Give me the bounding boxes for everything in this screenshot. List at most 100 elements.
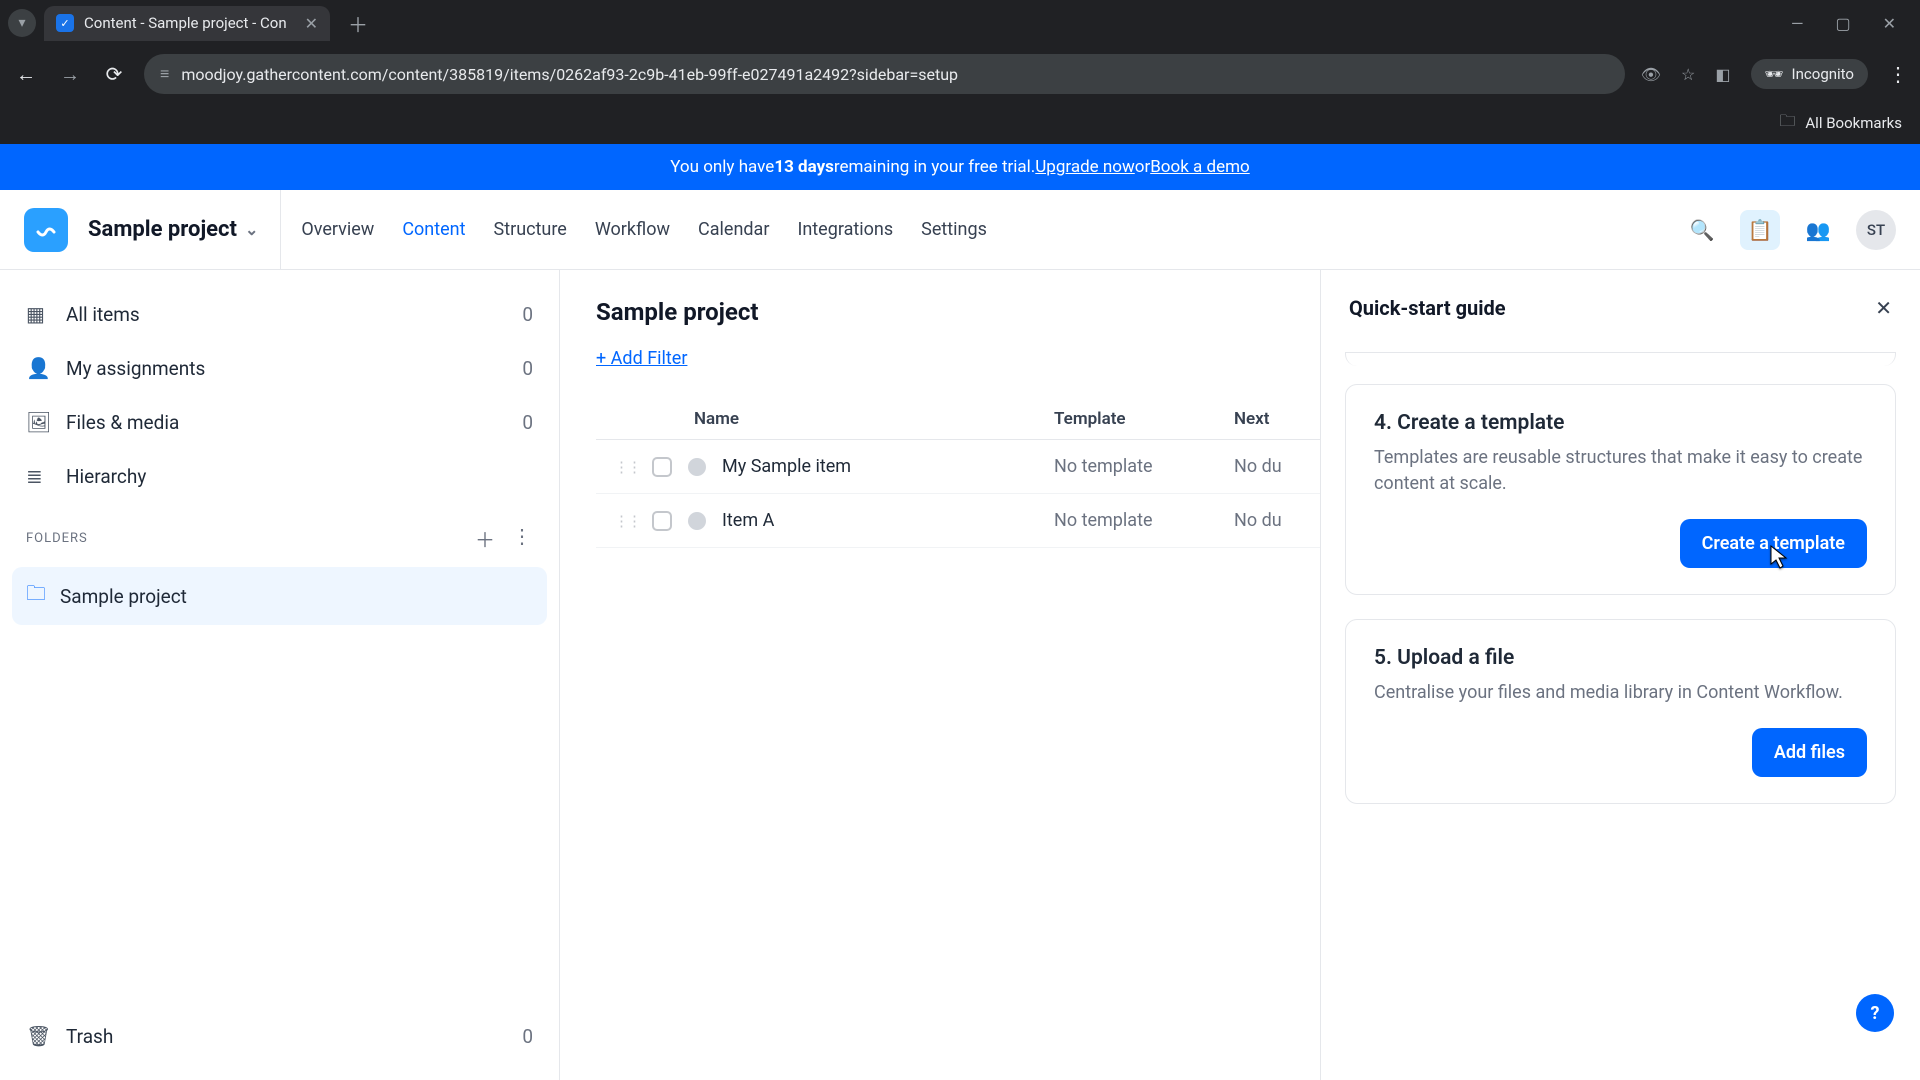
trial-banner: You only have 13 days remaining in your … <box>0 144 1920 190</box>
sidebar-item-all-items[interactable]: ▦ All items 0 <box>12 290 547 338</box>
image-icon: 🖼 <box>26 410 50 434</box>
chevron-down-icon: ▾ <box>18 15 25 31</box>
minimize-icon[interactable]: — <box>1791 14 1804 33</box>
forward-button[interactable]: → <box>56 60 84 88</box>
site-info-icon[interactable]: ≡ <box>160 64 169 84</box>
top-nav-right: 🔍 📋 👥 ST <box>1682 210 1896 250</box>
nav-settings[interactable]: Settings <box>921 219 987 240</box>
search-button[interactable]: 🔍 <box>1682 210 1722 250</box>
back-button[interactable]: ← <box>12 60 40 88</box>
book-demo-link[interactable]: Book a demo <box>1150 157 1250 177</box>
nav-structure[interactable]: Structure <box>494 219 567 240</box>
row-name: Item A <box>722 510 774 531</box>
main-nav: Overview Content Structure Workflow Cale… <box>301 219 987 240</box>
bookmark-star-icon[interactable]: ☆ <box>1681 65 1695 84</box>
close-tab-icon[interactable]: ✕ <box>305 14 318 33</box>
card-title: 4. Create a template <box>1374 411 1867 435</box>
tabs-dropdown-button[interactable]: ▾ <box>8 9 36 37</box>
sidebar-item-files[interactable]: 🖼 Files & media 0 <box>12 398 547 446</box>
brand-logo-icon[interactable] <box>24 208 68 252</box>
sidebar-item-label: Trash <box>66 1025 113 1048</box>
folders-heading: FOLDERS ＋ ⋮ <box>12 506 547 561</box>
sidebar-item-assignments[interactable]: 👤 My assignments 0 <box>12 344 547 392</box>
browser-tab-active[interactable]: ✓ Content - Sample project - Con ✕ <box>44 6 330 41</box>
address-row: ← → ⟳ ≡ moodjoy.gathercontent.com/conten… <box>0 46 1920 102</box>
close-panel-button[interactable]: ✕ <box>1875 296 1892 320</box>
tracking-icon[interactable]: 👁 <box>1641 65 1661 84</box>
sidebar-item-count: 0 <box>522 357 533 380</box>
nav-integrations[interactable]: Integrations <box>797 219 893 240</box>
browser-menu-icon[interactable]: ⋮ <box>1888 62 1908 86</box>
main-content: Sample project + Add Filter Name Templat… <box>560 270 1920 1080</box>
bookmarks-all-label[interactable]: All Bookmarks <box>1805 114 1902 132</box>
previous-card-edge <box>1345 352 1896 366</box>
folder-item-sample-project[interactable]: 🗀 Sample project <box>12 567 547 625</box>
row-checkbox[interactable] <box>652 511 672 531</box>
panel-title: Quick-start guide <box>1349 296 1506 320</box>
project-name: Sample project <box>88 217 237 242</box>
help-icon: ? <box>1871 1003 1880 1024</box>
sidebar-item-trash[interactable]: 🗑 Trash 0 <box>12 1012 547 1060</box>
chevron-down-icon: ⌄ <box>245 220 258 239</box>
window-controls: — ▢ ✕ <box>1791 14 1912 33</box>
address-bar[interactable]: ≡ moodjoy.gathercontent.com/content/3858… <box>144 54 1625 94</box>
project-switcher[interactable]: Sample project ⌄ <box>88 190 281 270</box>
address-url: moodjoy.gathercontent.com/content/385819… <box>181 65 958 84</box>
user-icon: 👤 <box>26 356 50 380</box>
new-tab-button[interactable]: ＋ <box>338 9 378 38</box>
add-folder-button[interactable]: ＋ <box>475 524 496 553</box>
side-panel-icon[interactable]: ◧ <box>1715 65 1730 84</box>
banner-prefix: You only have <box>670 157 774 177</box>
browser-chrome: ▾ ✓ Content - Sample project - Con ✕ ＋ —… <box>0 0 1920 144</box>
sidebar-item-label: All items <box>66 303 140 326</box>
add-files-button[interactable]: Add files <box>1752 728 1867 777</box>
column-template[interactable]: Template <box>1054 409 1234 429</box>
list-icon: ≣ <box>26 464 50 488</box>
reload-button[interactable]: ⟳ <box>100 60 128 88</box>
add-filter-link[interactable]: + Add Filter <box>596 348 687 369</box>
guide-button[interactable]: 📋 <box>1740 210 1780 250</box>
status-dot-icon <box>688 512 706 530</box>
sidebar-item-label: Files & media <box>66 411 179 434</box>
trash-icon: 🗑 <box>26 1024 50 1048</box>
clipboard-icon: 📋 <box>1748 218 1773 242</box>
search-icon: 🔍 <box>1690 218 1715 242</box>
sidebar-item-hierarchy[interactable]: ≣ Hierarchy <box>12 452 547 500</box>
tabs-row: ▾ ✓ Content - Sample project - Con ✕ ＋ —… <box>0 0 1920 46</box>
address-right: 👁 ☆ ◧ 🕶 Incognito ⋮ <box>1641 59 1908 89</box>
nav-content[interactable]: Content <box>402 219 465 240</box>
panel-body[interactable]: 4. Create a template Templates are reusa… <box>1321 346 1920 1080</box>
row-checkbox[interactable] <box>652 457 672 477</box>
people-button[interactable]: 👥 <box>1798 210 1838 250</box>
grid-icon: ▦ <box>26 302 50 326</box>
sidebar: ▦ All items 0 👤 My assignments 0 🖼 Files… <box>0 270 560 1080</box>
card-description: Templates are reusable structures that m… <box>1374 445 1867 497</box>
nav-overview[interactable]: Overview <box>301 219 374 240</box>
maximize-icon[interactable]: ▢ <box>1835 14 1850 33</box>
help-fab-button[interactable]: ? <box>1856 994 1894 1032</box>
folder-icon: 🗀 <box>26 579 46 613</box>
row-template: No template <box>1054 456 1234 477</box>
row-template: No template <box>1054 510 1234 531</box>
avatar[interactable]: ST <box>1856 210 1896 250</box>
sidebar-item-count: 0 <box>522 411 533 434</box>
tab-favicon-icon: ✓ <box>56 14 74 32</box>
incognito-badge[interactable]: 🕶 Incognito <box>1751 59 1869 89</box>
folder-menu-button[interactable]: ⋮ <box>512 524 533 553</box>
sidebar-item-label: My assignments <box>66 357 205 380</box>
upgrade-now-link[interactable]: Upgrade now <box>1035 157 1134 177</box>
create-template-button[interactable]: Create a template <box>1680 519 1867 568</box>
drag-handle-icon[interactable]: ⋮⋮ <box>614 458 640 476</box>
sidebar-item-count: 0 <box>522 303 533 326</box>
bookmarks-folder-icon[interactable]: 🗀 <box>1779 110 1795 137</box>
sidebar-item-label: Hierarchy <box>66 465 146 488</box>
banner-days: 13 days <box>774 157 834 177</box>
column-name[interactable]: Name <box>614 409 1054 429</box>
nav-workflow[interactable]: Workflow <box>595 219 670 240</box>
drag-handle-icon[interactable]: ⋮⋮ <box>614 512 640 530</box>
row-name: My Sample item <box>722 456 851 477</box>
banner-middle: remaining in your free trial. <box>834 157 1035 177</box>
nav-calendar[interactable]: Calendar <box>698 219 769 240</box>
close-window-icon[interactable]: ✕ <box>1883 14 1896 33</box>
people-icon: 👥 <box>1806 218 1831 242</box>
